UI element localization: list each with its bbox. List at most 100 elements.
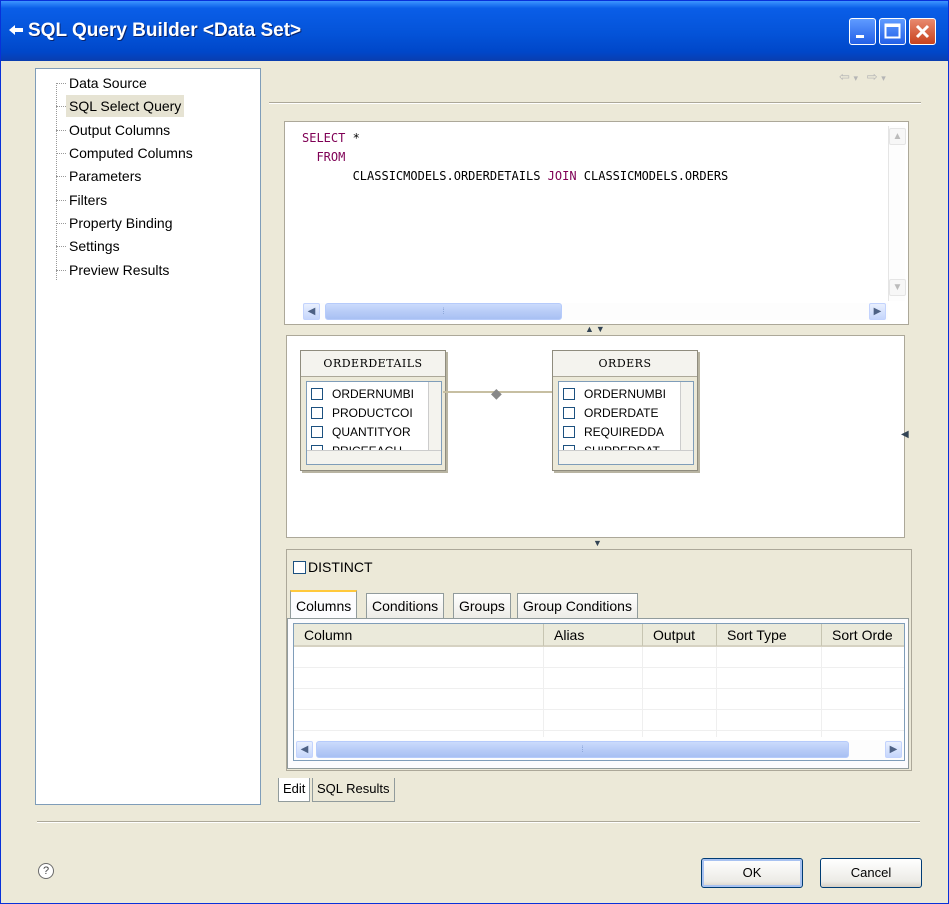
nav-item-label: Output Columns bbox=[69, 122, 171, 138]
sash-down-icon[interactable]: ▼ bbox=[596, 324, 607, 334]
nav-item-label: Computed Columns bbox=[69, 145, 193, 161]
grid-header: Column Alias Output Sort Type Sort Orde bbox=[294, 624, 904, 647]
column-checkbox[interactable] bbox=[563, 388, 575, 400]
columns-grid[interactable]: Column Alias Output Sort Type Sort Orde … bbox=[293, 623, 905, 761]
scroll-up-icon[interactable]: ▲ bbox=[889, 128, 906, 145]
sql-text: * bbox=[345, 131, 360, 145]
footer-separator bbox=[37, 821, 920, 823]
nav-item-label: Preview Results bbox=[69, 262, 170, 278]
tab-columns[interactable]: Columns bbox=[290, 590, 358, 619]
nav-item-label: Filters bbox=[69, 192, 108, 208]
forward-dropdown-icon[interactable]: ▾ bbox=[881, 73, 886, 83]
distinct-checkbox-box[interactable] bbox=[293, 561, 306, 574]
tree-branch bbox=[56, 83, 66, 84]
column-header-sort-order[interactable]: Sort Orde bbox=[822, 624, 904, 646]
column-row[interactable]: QUANTITYOR bbox=[311, 422, 411, 442]
table-vertical-scrollbar[interactable] bbox=[428, 382, 441, 450]
scroll-thumb[interactable]: ⁞ bbox=[316, 741, 849, 758]
column-row[interactable]: ORDERNUMBI bbox=[311, 384, 414, 404]
tab-conditions[interactable]: Conditions bbox=[366, 593, 445, 619]
column-row[interactable]: PRODUCTCOI bbox=[311, 403, 413, 423]
window-menu-icon[interactable] bbox=[9, 24, 23, 36]
table-horizontal-scrollbar[interactable] bbox=[307, 450, 441, 464]
column-header-output[interactable]: Output bbox=[643, 624, 717, 646]
maximize-button[interactable] bbox=[879, 18, 906, 45]
table-column-list[interactable]: ORDERNUMBI PRODUCTCOI QUANTITYOR PRICEEA… bbox=[306, 381, 442, 465]
sash-arrows-bottom[interactable]: ▼ bbox=[593, 538, 604, 548]
nav-item-label: Settings bbox=[69, 238, 120, 254]
sql-query-builder-window: SQL Query Builder <Data Set> Data Source… bbox=[0, 0, 949, 904]
column-row[interactable]: ORDERNUMBI bbox=[563, 384, 666, 404]
column-checkbox[interactable] bbox=[311, 426, 323, 438]
back-arrow-icon[interactable]: ⇦ bbox=[839, 69, 850, 84]
sash-arrows-top[interactable]: ▲▼ bbox=[585, 324, 607, 334]
grid-column-divider bbox=[716, 647, 717, 737]
table-row[interactable] bbox=[294, 710, 904, 731]
history-nav: ⇦ ▾ ⇨ ▾ bbox=[839, 69, 909, 87]
title-bar[interactable]: SQL Query Builder <Data Set> bbox=[1, 1, 948, 61]
column-name: ORDERDATE bbox=[584, 406, 659, 420]
table-box-orderdetails[interactable]: ORDERDETAILS ORDERNUMBI PRODUCTCOI QUANT… bbox=[300, 350, 446, 471]
minimize-button[interactable] bbox=[849, 18, 876, 45]
table-row[interactable] bbox=[294, 668, 904, 689]
column-row[interactable]: ORDERDATE bbox=[563, 403, 658, 423]
tab-sql-results[interactable]: SQL Results bbox=[312, 778, 395, 802]
table-box-orders[interactable]: ORDERS ORDERNUMBI ORDERDATE REQUIREDDA S… bbox=[552, 350, 698, 471]
scroll-right-icon[interactable]: ▶ bbox=[869, 303, 886, 320]
grid-horizontal-scrollbar[interactable]: ◀ ⁞ ▶ bbox=[294, 740, 904, 760]
column-row[interactable]: REQUIREDDA bbox=[563, 422, 664, 442]
table-horizontal-scrollbar[interactable] bbox=[559, 450, 693, 464]
column-checkbox[interactable] bbox=[311, 407, 323, 419]
ok-button[interactable]: OK bbox=[701, 858, 803, 888]
table-row[interactable] bbox=[294, 689, 904, 710]
column-checkbox[interactable] bbox=[563, 426, 575, 438]
scroll-left-icon[interactable]: ◀ bbox=[296, 741, 313, 758]
column-header-column[interactable]: Column bbox=[294, 624, 544, 646]
cancel-button[interactable]: Cancel bbox=[820, 858, 922, 888]
scroll-left-icon[interactable]: ◀ bbox=[303, 303, 320, 320]
tree-branch bbox=[56, 223, 66, 224]
sql-keyword: SELECT bbox=[302, 131, 346, 145]
tree-branch bbox=[56, 176, 66, 177]
scroll-right-icon[interactable]: ▶ bbox=[885, 741, 902, 758]
help-icon[interactable]: ? bbox=[38, 863, 54, 879]
minimize-icon bbox=[856, 35, 864, 38]
sql-vertical-scrollbar[interactable]: ▲ ▼ bbox=[888, 126, 906, 301]
tree-branch bbox=[56, 200, 66, 201]
tree-branch bbox=[56, 270, 66, 271]
distinct-checkbox[interactable]: DISTINCT bbox=[293, 559, 373, 575]
column-name: PRODUCTCOI bbox=[332, 406, 413, 420]
scroll-down-icon[interactable]: ▼ bbox=[889, 279, 906, 296]
maximize-icon bbox=[884, 23, 901, 39]
sash-collapse-icon[interactable]: ◀ bbox=[901, 429, 911, 440]
nav-item-label: SQL Select Query bbox=[66, 95, 185, 117]
tab-group-conditions[interactable]: Group Conditions bbox=[517, 593, 638, 619]
column-header-sort-type[interactable]: Sort Type bbox=[717, 624, 822, 646]
table-row[interactable] bbox=[294, 647, 904, 668]
tree-branch bbox=[56, 153, 66, 154]
sql-text-area[interactable]: SELECT * FROM CLASSICMODELS.ORDERDETAILS… bbox=[302, 129, 887, 301]
column-checkbox[interactable] bbox=[563, 407, 575, 419]
nav-item-label: Property Binding bbox=[69, 215, 173, 231]
tree-branch bbox=[56, 106, 66, 107]
column-checkbox[interactable] bbox=[311, 388, 323, 400]
sql-horizontal-scrollbar[interactable]: ◀ ⁞ ▶ bbox=[303, 303, 888, 320]
table-vertical-scrollbar[interactable] bbox=[680, 382, 693, 450]
window-title: SQL Query Builder <Data Set> bbox=[28, 20, 302, 41]
column-header-alias[interactable]: Alias bbox=[544, 624, 643, 646]
sash-down-icon[interactable]: ▼ bbox=[593, 538, 604, 548]
table-column-list[interactable]: ORDERNUMBI ORDERDATE REQUIREDDA SHIPPEDD… bbox=[558, 381, 694, 465]
forward-arrow-icon[interactable]: ⇨ bbox=[867, 69, 878, 84]
tab-groups[interactable]: Groups bbox=[453, 593, 511, 619]
close-button[interactable] bbox=[909, 18, 936, 45]
close-icon bbox=[915, 24, 930, 39]
grid-column-divider bbox=[642, 647, 643, 737]
scroll-thumb[interactable]: ⁞ bbox=[325, 303, 562, 320]
sql-keyword: JOIN bbox=[547, 169, 577, 183]
sash-up-icon[interactable]: ▲ bbox=[585, 324, 596, 334]
column-name: ORDERNUMBI bbox=[332, 387, 415, 401]
tab-edit[interactable]: Edit bbox=[278, 778, 311, 802]
back-dropdown-icon[interactable]: ▾ bbox=[854, 73, 859, 83]
nav-item-label: Parameters bbox=[69, 168, 142, 184]
join-handle-icon[interactable]: ◆ bbox=[491, 385, 502, 402]
